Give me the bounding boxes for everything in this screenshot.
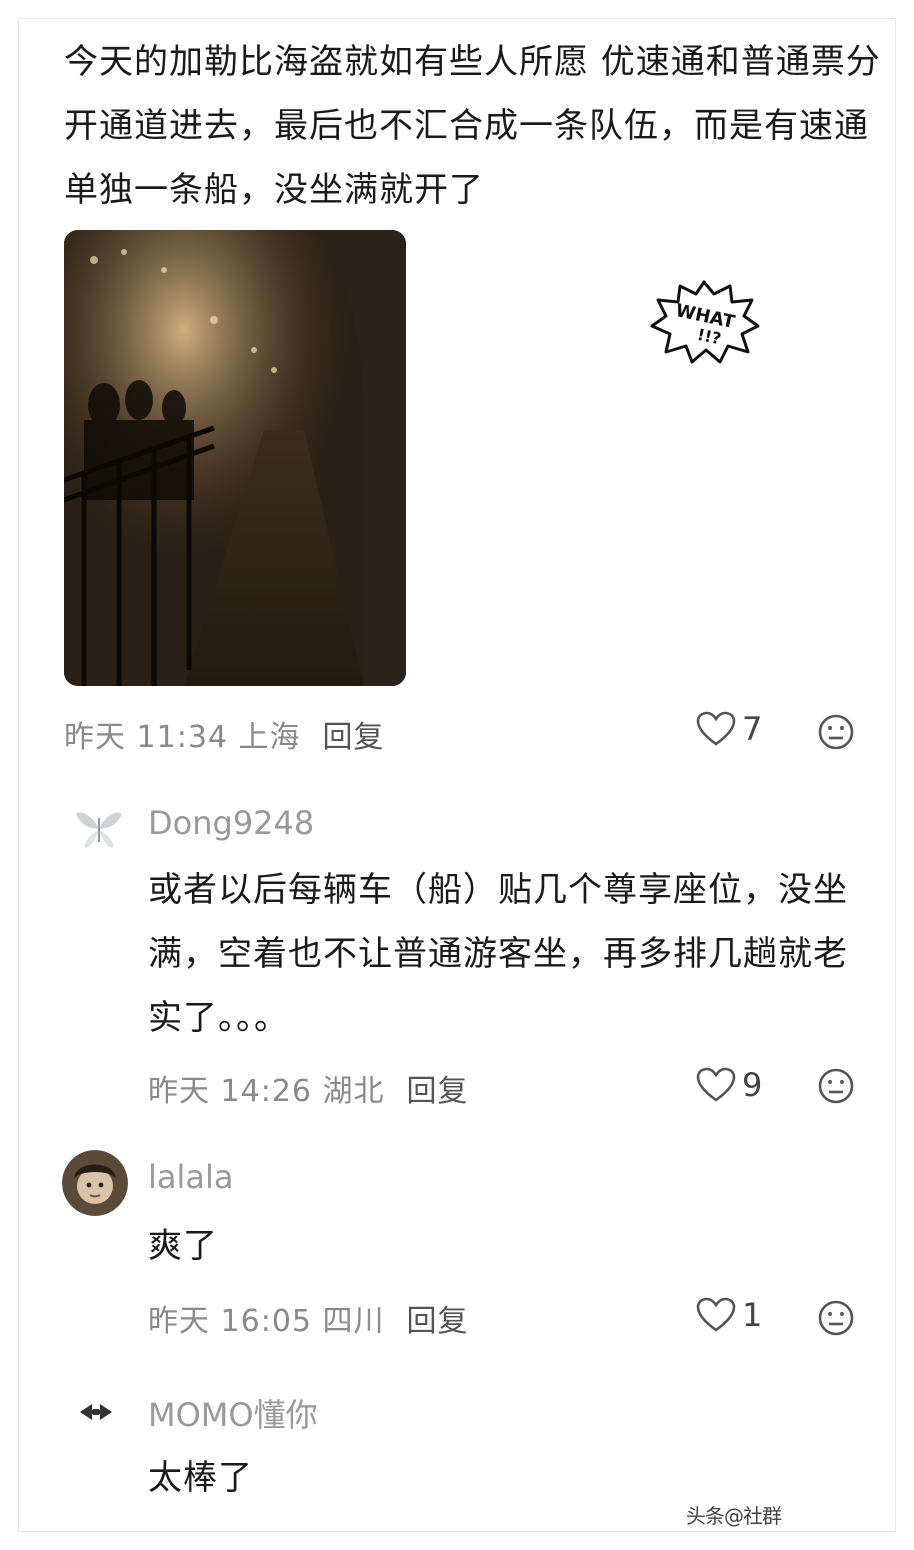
post-time-location: 昨天 11:34 上海 <box>64 712 301 756</box>
post-like-button[interactable]: 7 <box>696 710 762 748</box>
comment-username[interactable]: Dong9248 <box>148 804 314 842</box>
post-time: 昨天 11:34 <box>64 720 228 755</box>
post-like-count: 7 <box>742 710 763 748</box>
comment-reply-button[interactable]: 回复 <box>407 1066 469 1110</box>
comment-like-count: 9 <box>742 1066 763 1104</box>
comment-time-location: 昨天 14:26 湖北 <box>148 1066 385 1110</box>
emoji-reaction-icon[interactable] <box>816 712 856 752</box>
comment-like-button[interactable]: 9 <box>696 1066 762 1104</box>
post-text: 今天的加勒比海盗就如有些人所愿 优速通和普通票分开通道进去，最后也不汇合成一条队… <box>64 42 881 210</box>
post-meta: 昨天 11:34 上海 回复 <box>64 712 385 756</box>
comment-username[interactable]: lalala <box>148 1158 234 1196</box>
avatar[interactable] <box>78 1400 114 1424</box>
comment-text: 爽了 <box>148 1226 218 1266</box>
ride-queue-photo <box>64 230 406 686</box>
what-sticker: WHAT !!? <box>650 280 760 364</box>
comment-location: 湖北 <box>322 1074 385 1109</box>
avatar[interactable] <box>74 806 124 852</box>
comment-like-button[interactable]: 1 <box>696 1296 762 1334</box>
comment-reply-button[interactable]: 回复 <box>407 1296 469 1340</box>
heart-icon <box>696 1297 736 1332</box>
comment-time: 昨天 14:26 <box>148 1074 312 1109</box>
post-reply-button[interactable]: 回复 <box>323 712 385 756</box>
comment-username[interactable]: MOMO懂你 <box>148 1390 318 1436</box>
emoji-reaction-icon[interactable] <box>816 1298 856 1338</box>
comment-time-location: 昨天 16:05 四川 <box>148 1296 385 1340</box>
heart-icon <box>696 711 736 746</box>
comment-text: 太棒了 <box>148 1458 253 1498</box>
comment-text: 或者以后每辆车（船）贴几个尊享座位，没坐满，空着也不让普通游客坐，再多排几趟就老… <box>148 870 848 1038</box>
emoji-reaction-icon[interactable] <box>816 1066 856 1106</box>
avatar[interactable] <box>62 1150 128 1216</box>
post-location: 上海 <box>238 720 301 755</box>
comment-meta: 昨天 14:26 湖北 回复 <box>148 1066 469 1110</box>
post-photo[interactable] <box>64 230 406 686</box>
watermark: 头条@社群 <box>686 1504 782 1528</box>
comment-location: 四川 <box>322 1304 385 1339</box>
heart-icon <box>696 1067 736 1102</box>
comment-like-count: 1 <box>742 1296 763 1334</box>
comment-time: 昨天 16:05 <box>148 1304 312 1339</box>
comment-meta: 昨天 16:05 四川 回复 <box>148 1296 469 1340</box>
